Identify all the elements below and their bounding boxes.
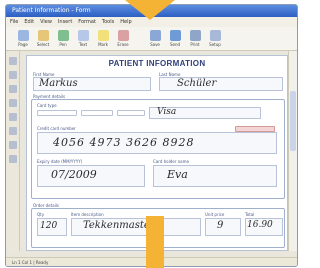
cardholder-value: Eva [167, 168, 188, 181]
card-number-value: 4056 4973 3626 8928 [53, 136, 195, 149]
toolbar-settings-button[interactable]: Setup [206, 30, 224, 50]
card-type-option-3[interactable] [117, 110, 145, 116]
tool-pen-icon[interactable] [8, 71, 17, 79]
unit-price-label: Unit price [205, 212, 225, 217]
settings-icon [209, 30, 221, 41]
form-title: PATIENT INFORMATION [108, 59, 206, 68]
item-label: Item description [71, 212, 104, 217]
total-label: Total [245, 212, 255, 217]
card-type-label: Card type [37, 103, 57, 108]
card-type-value: Visa [157, 107, 177, 117]
menu-view[interactable]: View [40, 17, 52, 27]
tool-hand-icon[interactable] [8, 155, 17, 163]
toolbar-save-button[interactable]: Save [146, 30, 164, 50]
qty-value: 120 [40, 221, 58, 231]
pen-icon [57, 30, 69, 41]
send-icon [169, 30, 181, 41]
unit-price-value: 9 [217, 220, 224, 231]
item-value: Tekkenmaster [83, 220, 155, 231]
tool-text-icon[interactable] [8, 113, 17, 121]
card-type-option-2[interactable] [81, 110, 113, 116]
select-icon [37, 30, 49, 41]
menu-insert[interactable]: Insert [58, 17, 72, 27]
tool-shape-icon[interactable] [8, 99, 17, 107]
pointer-bar-up [146, 216, 164, 268]
first-name-value: Markus [39, 78, 78, 89]
toolbar-send-button[interactable]: Send [166, 30, 184, 50]
cardholder-label: Card holder name [153, 159, 189, 164]
menu-edit[interactable]: Edit [24, 17, 34, 27]
menu-format[interactable]: Format [78, 17, 96, 27]
text-icon [77, 30, 89, 41]
left-tool-strip [6, 51, 20, 251]
card-number-clear-button[interactable] [235, 126, 275, 132]
vertical-scrollbar[interactable] [288, 51, 297, 251]
pointer-arrow-down [125, 0, 175, 20]
expiry-label: Expiry date (MM/YYYY) [37, 159, 83, 164]
toolbar-highlight-button[interactable]: Mark [94, 30, 112, 50]
toolbar-pen-button[interactable]: Pen [54, 30, 72, 50]
total-value: 16.90 [247, 220, 273, 230]
tool-zoom-icon[interactable] [8, 141, 17, 149]
toolbar: Page Select Pen Text Mark Erase Save Sen… [6, 27, 297, 51]
menu-tools[interactable]: Tools [102, 17, 114, 27]
toolbar-erase-button[interactable]: Erase [114, 30, 132, 50]
toolbar-print-button[interactable]: Print [186, 30, 204, 50]
print-icon [189, 30, 201, 41]
page-icon [17, 30, 29, 41]
save-icon [149, 30, 161, 41]
erase-icon [117, 30, 129, 41]
highlight-icon [97, 30, 109, 41]
tool-pointer-icon[interactable] [8, 57, 17, 65]
qty-label: Qty [37, 212, 45, 217]
card-number-label: Credit card number [37, 126, 76, 131]
toolbar-page-button[interactable]: Page [14, 30, 32, 50]
toolbar-text-button[interactable]: Text [74, 30, 92, 50]
tool-eraser-icon[interactable] [8, 127, 17, 135]
scrollbar-thumb[interactable] [290, 91, 296, 151]
toolbar-select-button[interactable]: Select [34, 30, 52, 50]
card-type-option-1[interactable] [37, 110, 77, 116]
last-name-value: Schüler [177, 78, 217, 89]
menu-file[interactable]: File [10, 17, 18, 27]
tool-marker-icon[interactable] [8, 85, 17, 93]
expiry-value: 07/2009 [51, 168, 97, 181]
